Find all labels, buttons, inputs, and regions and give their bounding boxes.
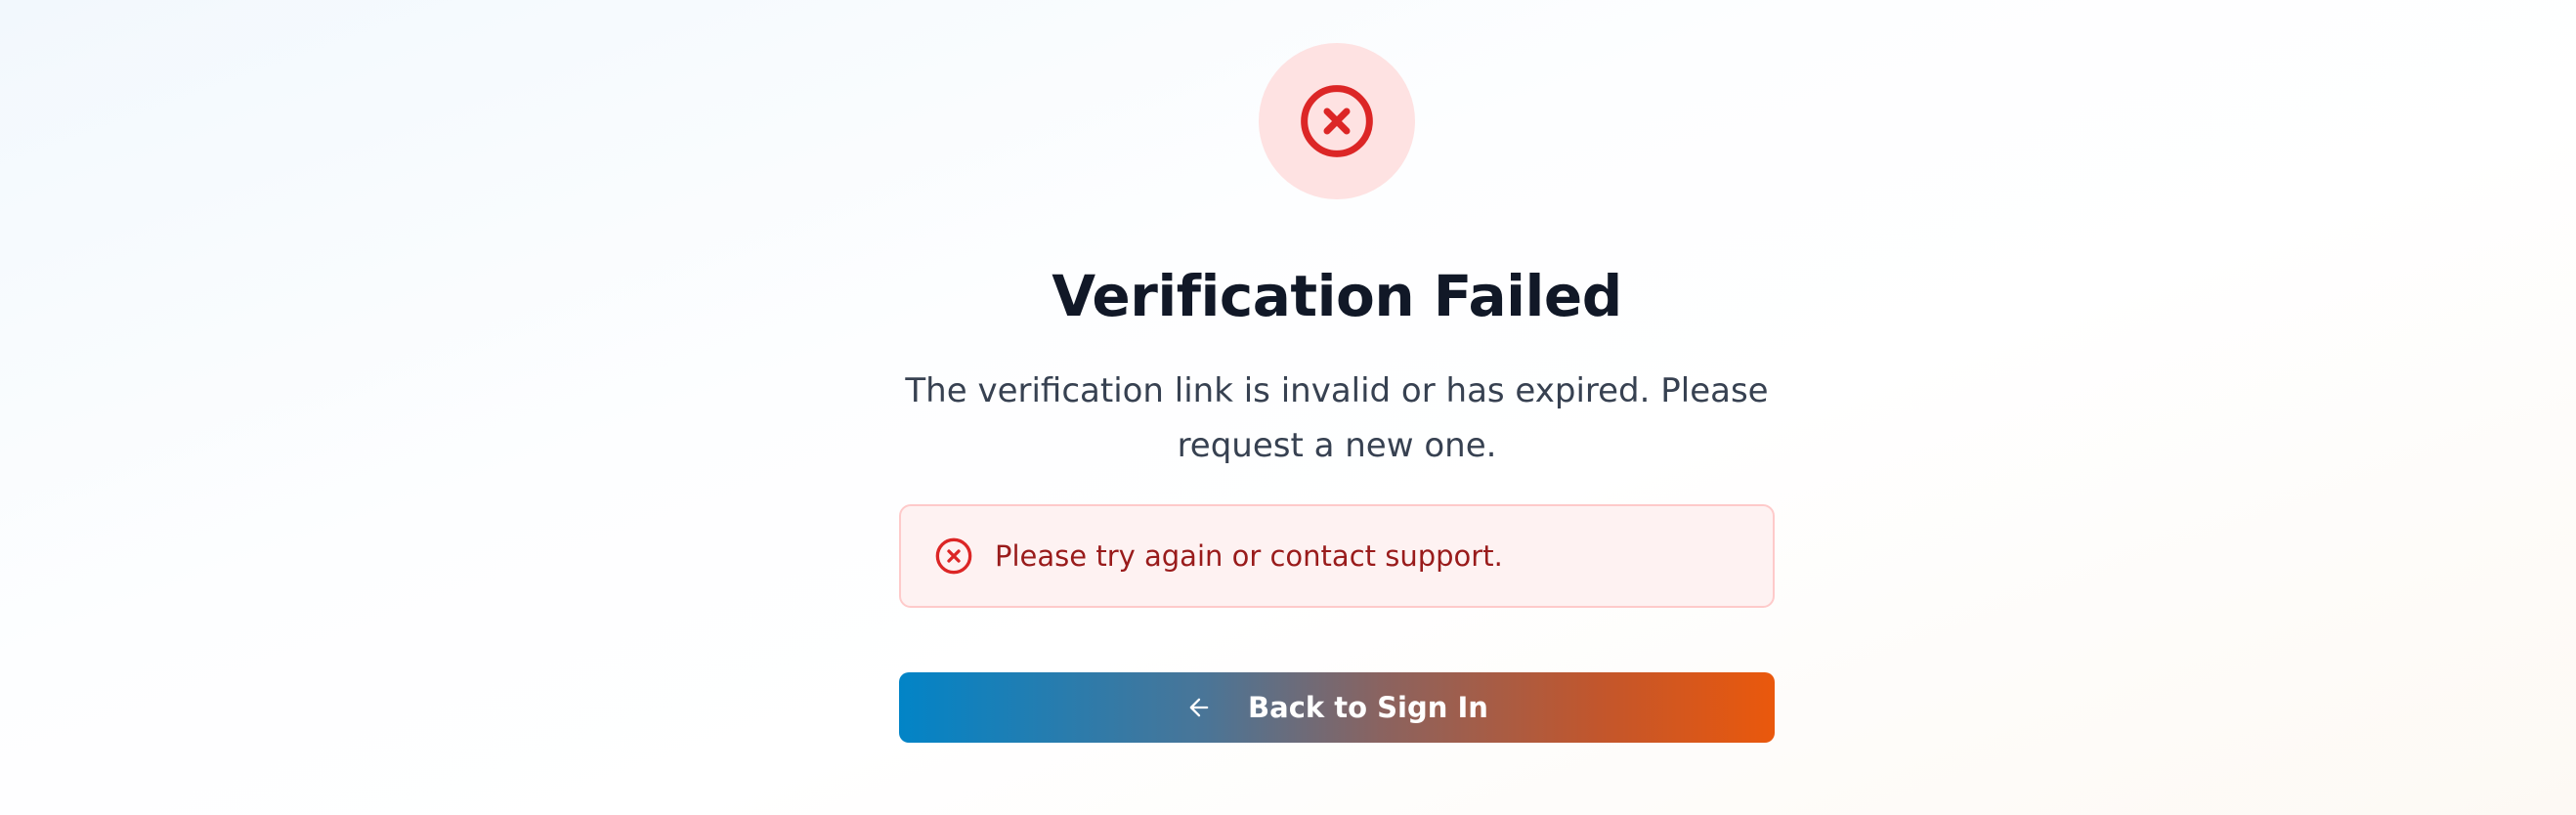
x-circle-icon bbox=[934, 536, 973, 576]
verification-failed-page: Verification Failed The verification lin… bbox=[0, 0, 2576, 815]
page-title: Verification Failed bbox=[1052, 263, 1622, 329]
error-alert: Please try again or contact support. bbox=[899, 504, 1775, 608]
status-message: The verification link is invalid or has … bbox=[905, 371, 1769, 465]
x-circle-icon bbox=[1298, 82, 1376, 160]
back-button-label: Back to Sign In bbox=[1248, 691, 1488, 724]
alert-text: Please try again or contact support. bbox=[995, 539, 1503, 573]
status-badge bbox=[1259, 43, 1415, 199]
arrow-left-icon bbox=[1185, 694, 1213, 721]
back-to-sign-in-button[interactable]: Back to Sign In bbox=[899, 672, 1775, 743]
